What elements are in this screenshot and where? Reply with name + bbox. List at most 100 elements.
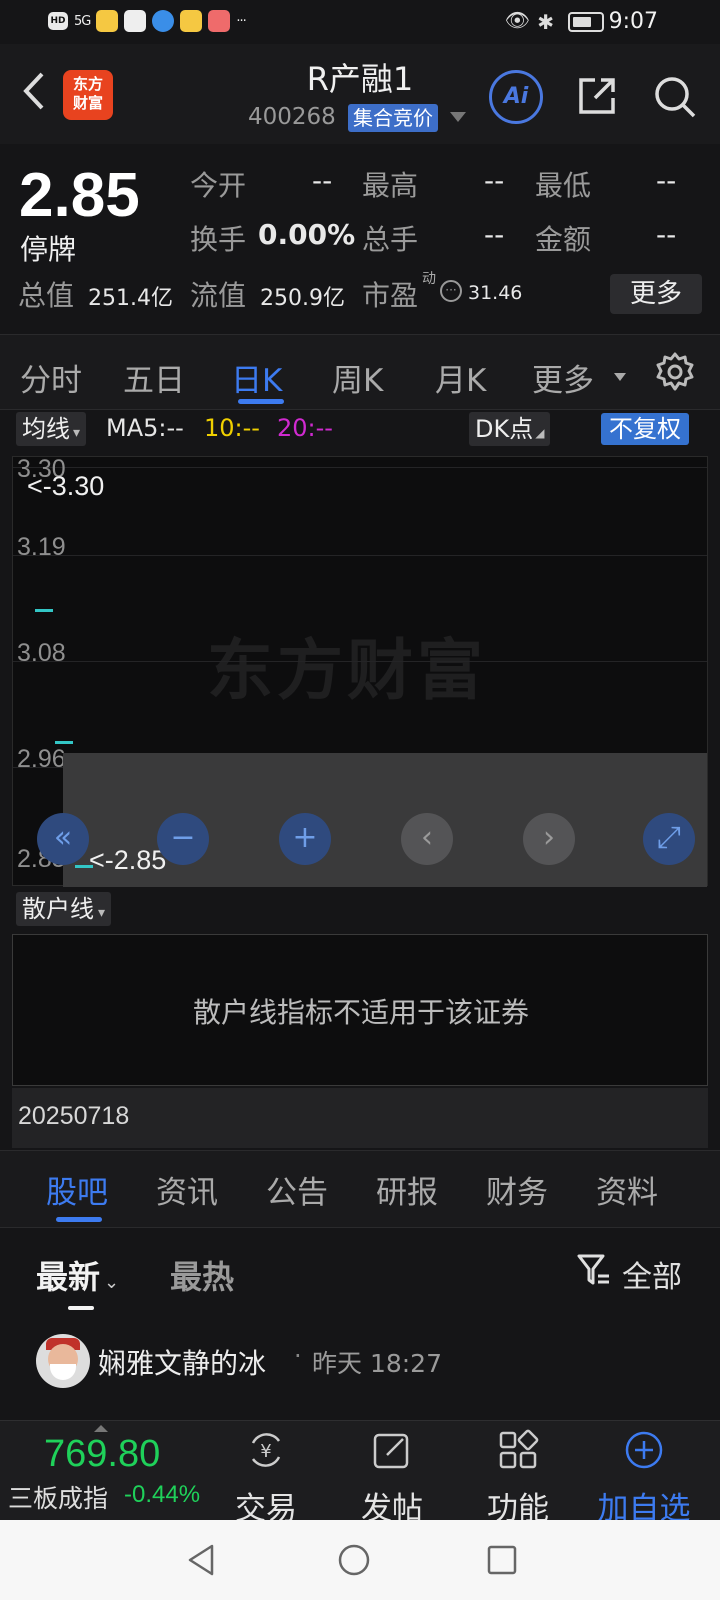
tab-more[interactable]: 更多 xyxy=(532,355,594,400)
zoom-in-button[interactable]: + xyxy=(279,813,331,865)
gear-icon xyxy=(656,352,694,391)
share-button[interactable] xyxy=(575,74,619,118)
candle-mark xyxy=(35,609,53,612)
ma20-value: 20:-- xyxy=(277,414,333,442)
compose-post-button[interactable]: 发帖 xyxy=(342,1425,442,1528)
scroll-left-button[interactable]: ‹ xyxy=(401,813,453,865)
tab-forum[interactable]: 股吧 xyxy=(46,1167,108,1212)
stock-header: 东方 财富 R产融1 400268 集合竞价 Ai xyxy=(0,44,720,144)
tab-news[interactable]: 资讯 xyxy=(156,1167,218,1212)
retail-select-label: 散户线 xyxy=(22,895,94,923)
low-price-marker: <-2.85 xyxy=(89,845,167,875)
search-icon xyxy=(655,77,696,118)
add-circle-icon xyxy=(625,1431,663,1469)
grid-apps-icon xyxy=(499,1429,539,1469)
more-notifications-icon: ··· xyxy=(236,13,246,29)
high-label: 最高 xyxy=(362,169,419,202)
auction-badge[interactable]: 集合竞价 xyxy=(348,104,438,132)
index-name[interactable]: 三板成指 xyxy=(8,1479,108,1515)
add-watchlist-button[interactable]: 加自选 xyxy=(594,1425,694,1528)
tab-profile[interactable]: 资料 xyxy=(596,1167,658,1212)
tab-intraday[interactable]: 分时 xyxy=(20,355,82,400)
sort-hot[interactable]: 最热 xyxy=(170,1252,234,1298)
square-recents-icon xyxy=(487,1545,517,1575)
retail-indicator-select[interactable]: 散户线 ▾ xyxy=(16,892,112,926)
avatar[interactable] xyxy=(36,1334,90,1388)
expand-arrow-icon[interactable] xyxy=(94,1425,108,1432)
edit-icon xyxy=(373,1433,409,1469)
active-sort-indicator xyxy=(68,1306,94,1310)
adjust-mode-button[interactable]: 不复权 xyxy=(601,413,689,445)
functions-button[interactable]: 功能 xyxy=(468,1425,568,1528)
ai-assistant-button[interactable]: Ai xyxy=(489,70,543,124)
ma10-value: 10:-- xyxy=(204,414,260,442)
tab-research[interactable]: 研报 xyxy=(376,1167,438,1212)
avatar-beard xyxy=(50,1364,76,1380)
forum-post[interactable]: 娴雅文静的冰 · 昨天 18:27 xyxy=(0,1316,720,1420)
dropdown-caret-icon[interactable] xyxy=(450,112,466,122)
volume-value: -- xyxy=(484,218,505,251)
trade-button[interactable]: ¥ 交易 xyxy=(216,1425,316,1528)
open-value: -- xyxy=(312,164,333,197)
candle-layer xyxy=(13,457,707,885)
tab-weekly-k[interactable]: 周K xyxy=(332,355,383,400)
shopping-notification-icon xyxy=(208,10,231,32)
nav-back-button[interactable] xyxy=(184,1542,220,1578)
ma-select[interactable]: 均线 ▾ xyxy=(16,412,87,446)
tab-financials[interactable]: 财务 xyxy=(486,1167,548,1212)
nav-home-button[interactable] xyxy=(336,1542,372,1578)
dropdown-caret-icon: ▾ xyxy=(98,905,106,921)
mail-notification-icon xyxy=(124,10,147,32)
clock: 9:07 xyxy=(608,9,658,34)
pe-label: 市盈 xyxy=(362,279,419,312)
search-button[interactable] xyxy=(652,74,698,120)
candle-mark xyxy=(55,741,73,744)
market-cap-label: 总值 xyxy=(18,279,75,312)
status-icons: HD 5G ··· xyxy=(48,10,247,32)
triangle-back-icon xyxy=(188,1544,214,1576)
quote-panel: 2.85 停牌 今开 -- 最高 -- 最低 -- 换手 0.00% 总手 --… xyxy=(0,144,720,334)
more-quote-button[interactable]: 更多 xyxy=(610,274,702,314)
battery-icon xyxy=(568,12,604,32)
turnover-label: 换手 xyxy=(190,223,247,256)
sort-latest[interactable]: 最新 ⌄ xyxy=(36,1252,119,1298)
dropdown-caret-icon: ▾ xyxy=(73,425,81,441)
active-tab-indicator xyxy=(238,399,284,404)
index-value[interactable]: 769.80 xyxy=(44,1433,160,1476)
app-notification-icon xyxy=(180,10,203,32)
open-label: 今开 xyxy=(190,169,247,202)
kline-chart[interactable]: 东方财富 3.30 3.19 3.08 2.96 2.85 <-3.30 <-2… xyxy=(12,455,708,887)
tab-monthly-k[interactable]: 月K xyxy=(435,355,486,400)
retail-indicator-panel: 散户线指标不适用于该证券 xyxy=(12,934,708,1086)
trade-icon: ¥ xyxy=(251,1433,281,1467)
indicator-bar: 均线 ▾ MA5:-- 10:-- 20:-- DK点 ◢ 不复权 xyxy=(0,412,720,456)
share-icon xyxy=(579,78,615,114)
post-author[interactable]: 娴雅文静的冰 xyxy=(98,1342,266,1382)
nav-recents-button[interactable] xyxy=(484,1542,520,1578)
high-value: -- xyxy=(484,164,505,197)
index-change: -0.44% xyxy=(124,1481,201,1508)
svg-text:¥: ¥ xyxy=(260,1441,271,1462)
tab-five-day[interactable]: 五日 xyxy=(123,355,185,400)
stock-code: 400268 xyxy=(248,104,336,130)
filter-button[interactable] xyxy=(576,1252,612,1288)
scroll-right-button[interactable]: › xyxy=(523,813,575,865)
tab-daily-k[interactable]: 日K xyxy=(231,355,282,400)
zoom-out-button[interactable]: − xyxy=(157,813,209,865)
eye-comfort-icon: 👁 xyxy=(504,8,530,32)
chart-settings-button[interactable] xyxy=(654,351,696,393)
fullscreen-button[interactable]: ⤢ xyxy=(643,813,695,865)
market-cap-value: 251.4亿 xyxy=(88,286,173,311)
turnover-value: 0.00% xyxy=(258,218,356,251)
browser-notification-icon xyxy=(152,10,175,32)
tab-announcements[interactable]: 公告 xyxy=(266,1167,328,1212)
volume-label: 总手 xyxy=(362,223,419,256)
current-price: 2.85 xyxy=(19,161,140,230)
filter-label[interactable]: 全部 xyxy=(622,1252,682,1296)
selected-date: 20250718 xyxy=(18,1102,130,1130)
status-bar: HD 5G ··· 👁 ✱ 9:07 xyxy=(0,0,720,44)
scroll-to-start-button[interactable]: « xyxy=(37,813,89,865)
more-info-icon[interactable]: ··· xyxy=(440,280,462,302)
dk-point-select[interactable]: DK点 ◢ xyxy=(469,412,551,446)
trading-status: 停牌 xyxy=(20,233,77,266)
